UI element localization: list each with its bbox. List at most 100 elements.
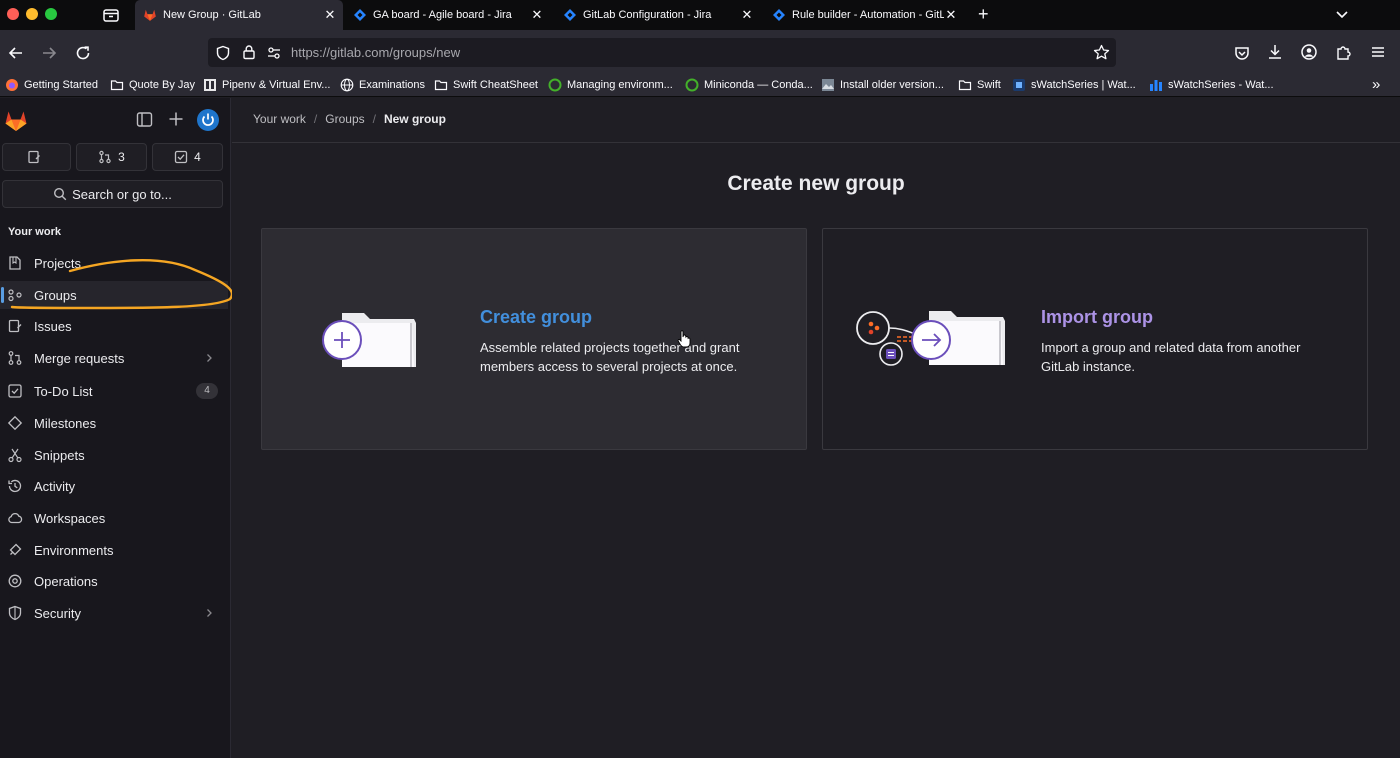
browser-tab[interactable]: GA board - Agile board - Jira ✕ xyxy=(345,0,550,30)
bookmark-item[interactable]: Examinations xyxy=(340,77,425,93)
back-arrow-icon[interactable] xyxy=(7,44,25,62)
sidebar-item-projects[interactable]: Projects xyxy=(0,249,228,277)
page-settings-icon[interactable] xyxy=(266,45,282,61)
forward-arrow-icon[interactable] xyxy=(40,44,58,62)
lock-icon[interactable] xyxy=(242,44,256,60)
globe-icon xyxy=(340,78,354,92)
create-new-plus-icon[interactable] xyxy=(167,110,185,128)
tab-close-icon[interactable]: ✕ xyxy=(944,7,958,23)
tracking-shield-icon[interactable] xyxy=(215,45,231,61)
chevron-right-icon xyxy=(204,608,214,618)
import-group-illustration xyxy=(856,311,1005,366)
todos-counter-button[interactable]: 4 xyxy=(152,143,223,171)
new-tab-button[interactable]: + xyxy=(978,4,989,25)
merge-requests-counter-button[interactable]: 3 xyxy=(76,143,147,171)
sidebar-item-snippets[interactable]: Snippets xyxy=(0,441,228,469)
bookmark-star-icon[interactable] xyxy=(1093,44,1110,61)
breadcrumb-groups[interactable]: Groups xyxy=(325,112,364,126)
download-icon[interactable] xyxy=(1266,43,1284,61)
counter-value: 4 xyxy=(194,150,201,164)
import-group-description: Import a group and related data from ano… xyxy=(1041,340,1301,374)
tab-close-icon[interactable]: ✕ xyxy=(740,7,754,23)
bookmark-item[interactable]: Pipenv & Virtual Env... xyxy=(203,77,330,93)
pointer-cursor-icon xyxy=(677,330,691,348)
sidebar-item-merge-requests[interactable]: Merge requests xyxy=(0,344,228,372)
sidebar-item-security[interactable]: Security xyxy=(0,599,228,627)
sidebar-item-label: Merge requests xyxy=(34,350,125,366)
sidebar-item-groups[interactable]: Groups xyxy=(0,281,228,309)
bookmark-item[interactable]: Install older version... xyxy=(821,77,944,93)
pocket-icon[interactable] xyxy=(1233,44,1251,62)
conda-icon xyxy=(685,78,699,92)
bookmark-label: Managing environm... xyxy=(567,79,673,91)
sidebar-item-workspaces[interactable]: Workspaces xyxy=(0,504,228,532)
tab-close-icon[interactable]: ✕ xyxy=(530,7,544,23)
group-icon xyxy=(7,287,23,303)
issues-counter-button[interactable] xyxy=(2,143,71,171)
todo-icon xyxy=(7,383,23,399)
sidebar-item-label: Milestones xyxy=(34,415,97,431)
window-minimize-button[interactable] xyxy=(26,8,38,20)
create-group-description: Assemble related projects together and g… xyxy=(480,340,740,374)
browser-tab[interactable]: New Group · GitLab ✕ xyxy=(135,0,343,30)
window-maximize-button[interactable] xyxy=(45,8,57,20)
sidebar-item-activity[interactable]: Activity xyxy=(0,472,228,500)
issues-icon xyxy=(7,318,23,334)
bookmarks-overflow-icon[interactable]: » xyxy=(1372,76,1380,93)
import-group-card[interactable]: Import group Import a group and related … xyxy=(822,228,1368,450)
breadcrumb-new-group[interactable]: New group xyxy=(384,112,446,126)
window-close-button[interactable] xyxy=(7,8,19,20)
menu-icon[interactable] xyxy=(1369,43,1387,61)
browser-tab[interactable]: GitLab Configuration - Jira ✕ xyxy=(555,0,760,30)
cloud-icon xyxy=(7,510,23,526)
sidebar-item-operations[interactable]: Operations xyxy=(0,567,228,595)
sidebar-section-title: Your work xyxy=(8,226,61,238)
sidebar-item-label: Snippets xyxy=(34,447,85,463)
chart-icon xyxy=(1149,78,1163,92)
bookmark-item[interactable]: Miniconda — Conda... xyxy=(685,77,813,93)
bookmark-item[interactable]: Swift xyxy=(958,77,1001,93)
sidebar-item-label: Projects xyxy=(34,255,81,271)
image-icon xyxy=(821,78,835,92)
bookmark-item[interactable]: Getting Started xyxy=(5,77,98,93)
firefox-view-icon[interactable] xyxy=(102,6,120,24)
search-button[interactable]: Search or go to... xyxy=(2,180,223,208)
gitlab-logo[interactable] xyxy=(4,110,28,132)
create-group-card[interactable]: Create group Assemble related projects t… xyxy=(261,228,807,450)
account-icon[interactable] xyxy=(1300,43,1318,61)
bookmark-label: Miniconda — Conda... xyxy=(704,79,813,91)
bookmark-item[interactable]: Swift CheatSheet xyxy=(434,77,538,93)
user-avatar[interactable] xyxy=(197,109,219,131)
sidebar-item-issues[interactable]: Issues xyxy=(0,312,228,340)
bookmark-label: sWatchSeries - Wat... xyxy=(1168,79,1274,91)
sidebar-item-label: Environments xyxy=(34,542,114,558)
bookmark-label: Install older version... xyxy=(840,79,944,91)
page-title: Create new group xyxy=(727,172,905,195)
sidebar-item-environments[interactable]: Environments xyxy=(0,536,228,564)
url-text[interactable]: https://gitlab.com/groups/new xyxy=(291,45,460,60)
bookmark-item[interactable]: Quote By Jay xyxy=(110,77,195,93)
browser-tab[interactable]: Rule builder - Automation - GitLab ✕ xyxy=(764,0,964,30)
bookmark-item[interactable]: Managing environm... xyxy=(548,77,673,93)
extensions-icon[interactable] xyxy=(1334,43,1352,61)
create-group-title[interactable]: Create group xyxy=(480,307,592,328)
firefox-icon xyxy=(5,78,19,92)
environment-icon xyxy=(7,542,23,558)
gitlab-icon xyxy=(143,8,157,22)
sidebar-item-label: Operations xyxy=(34,573,98,589)
merge-request-icon xyxy=(98,150,118,164)
breadcrumb-your-work[interactable]: Your work xyxy=(253,112,306,126)
history-icon xyxy=(7,478,23,494)
breadcrumb-divider xyxy=(232,142,1400,143)
tab-close-icon[interactable]: ✕ xyxy=(323,7,337,23)
bookmark-item[interactable]: sWatchSeries | Wat... xyxy=(1012,77,1136,93)
import-group-title[interactable]: Import group xyxy=(1041,307,1153,328)
search-icon xyxy=(53,187,72,201)
sidebar-item-todo-list[interactable]: To-Do List 4 xyxy=(0,377,228,405)
reload-icon[interactable] xyxy=(74,44,92,62)
chevron-down-icon[interactable] xyxy=(1333,5,1351,23)
sidebar-item-milestones[interactable]: Milestones xyxy=(0,409,228,437)
milestone-icon xyxy=(7,415,23,431)
bookmark-item[interactable]: sWatchSeries - Wat... xyxy=(1149,77,1274,93)
sidebar-toggle-icon[interactable] xyxy=(136,111,153,128)
